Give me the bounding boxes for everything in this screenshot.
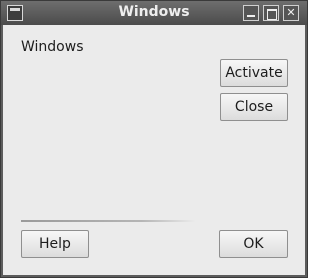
separator [21,220,289,222]
close-button[interactable]: Close [220,93,288,121]
close-window-icon[interactable]: ✕ [283,5,299,21]
dialog-body: Windows Activate Close Help OK [3,25,305,275]
minimize-icon[interactable] [243,5,259,21]
title-bar[interactable]: Windows ✕ [1,1,307,25]
activate-button[interactable]: Activate [220,59,288,87]
window-title: Windows [118,4,190,20]
windows-dialog: Windows ✕ Windows Activate Close Help OK [0,0,308,278]
windows-label: Windows [21,39,84,55]
ok-button[interactable]: OK [219,230,288,258]
help-button[interactable]: Help [21,230,89,258]
maximize-icon[interactable] [263,5,279,21]
